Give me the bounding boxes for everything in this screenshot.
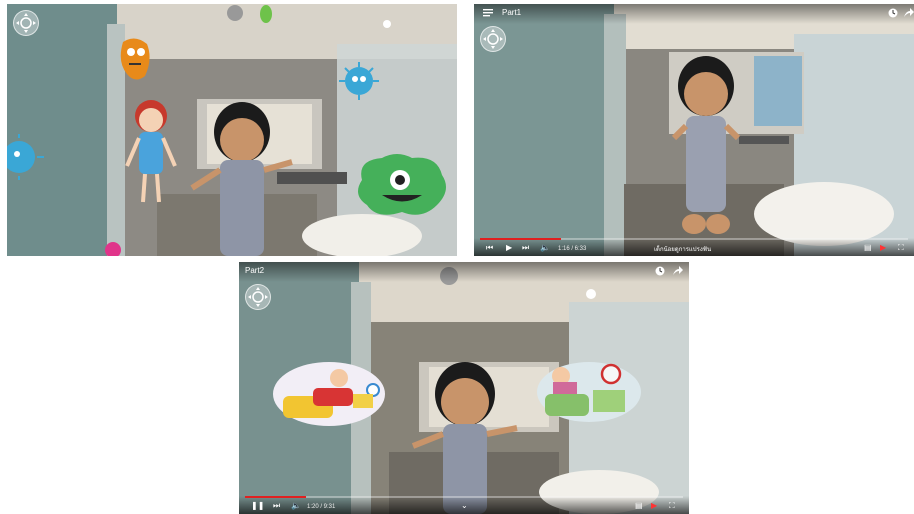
progress-bar[interactable]: [245, 496, 683, 498]
orange-germ-icon: [120, 38, 150, 80]
360-nav-icon[interactable]: [480, 26, 506, 52]
watch-later-icon[interactable]: [655, 266, 665, 276]
progress-bar[interactable]: [480, 238, 908, 240]
play-icon[interactable]: ▶: [506, 243, 512, 253]
green-germ-icon: [358, 154, 446, 215]
next-icon[interactable]: ⏭: [273, 501, 280, 511]
mascot-character: [671, 56, 741, 234]
pause-icon[interactable]: ❚❚: [251, 501, 264, 511]
subtitles-icon[interactable]: ▤: [864, 243, 872, 253]
waking-thought-bubble-right: [537, 362, 641, 422]
player-controls: ⏮ ▶ ⏭ 🔈 1:16 / 6:33 เด็กน้อยดูการแปรงฟัน…: [474, 238, 914, 256]
subtitles-icon[interactable]: ▤: [635, 501, 643, 511]
time-display: 1:16 / 6:33: [558, 246, 587, 252]
youtube-icon[interactable]: ▶: [651, 501, 657, 511]
blue-germ-left-icon: [7, 134, 44, 180]
previous-icon[interactable]: ⏮: [486, 243, 493, 253]
time-display: 1:20 / 9:31: [307, 504, 336, 510]
video-title: Part2: [245, 266, 265, 275]
player-controls: ❚❚ ⏭ 🔈 1:20 / 9:31 ⌄ ▤ ▶ ⛶: [239, 496, 689, 514]
progress-played: [245, 496, 307, 498]
top-bar: Part1: [474, 4, 914, 24]
pink-germ-icon: [105, 242, 121, 256]
watch-later-icon[interactable]: [888, 8, 898, 18]
video-panel-part2[interactable]: Part2 ❚❚ ⏭ 🔈 1:20 / 9:31 ⌄ ▤ ▶ ⛶: [239, 262, 689, 514]
fullscreen-icon[interactable]: ⛶: [898, 243, 904, 253]
video-title: Part1: [502, 8, 522, 17]
360-nav-icon[interactable]: [245, 284, 271, 310]
share-arrow-icon[interactable]: [903, 8, 914, 18]
video-panel-part1[interactable]: Part1 ⏮ ▶ ⏭ 🔈 1:16 / 6:33 เด็กน้อยดูการแ…: [474, 4, 914, 256]
next-icon[interactable]: ⏭: [522, 243, 529, 253]
green-small-germ-icon: [260, 5, 272, 23]
volume-icon[interactable]: 🔈: [540, 243, 550, 253]
chevron-down-icon[interactable]: ⌄: [461, 501, 468, 511]
sleeping-thought-bubble-left: [273, 362, 385, 426]
playlist-menu-icon[interactable]: [483, 9, 493, 17]
progress-played: [480, 238, 562, 240]
cartoon-girl-illustration: [125, 100, 177, 203]
video-panel-germs[interactable]: [7, 4, 457, 256]
mascot-character: [411, 362, 518, 514]
mascot-character: [190, 102, 293, 256]
360-nav-icon[interactable]: [13, 10, 39, 36]
video-caption: เด็กน้อยดูการแปรงฟัน: [654, 247, 712, 253]
volume-icon[interactable]: 🔈: [291, 501, 301, 511]
youtube-icon[interactable]: ▶: [880, 243, 886, 253]
share-arrow-icon[interactable]: [672, 266, 683, 276]
top-bar: Part2: [239, 262, 689, 282]
fullscreen-icon[interactable]: ⛶: [669, 501, 675, 511]
blue-germ-icon: [339, 62, 379, 100]
